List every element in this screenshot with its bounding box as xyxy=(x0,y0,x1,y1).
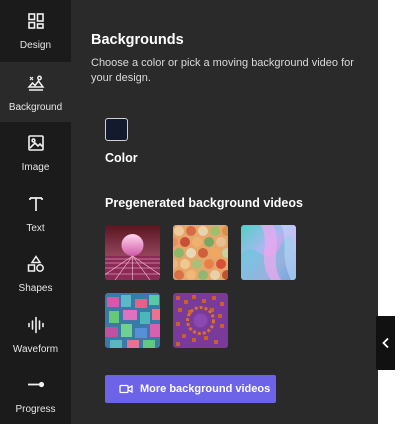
video-thumbnail-geometric-tiles[interactable] xyxy=(173,225,228,280)
color-swatch[interactable] xyxy=(105,118,128,141)
panel-title: Backgrounds xyxy=(91,32,184,48)
video-thumbnail-pixel-waves[interactable] xyxy=(173,293,228,348)
sidebar-item-background[interactable]: Background xyxy=(0,62,71,122)
sidebar-item-label: Background xyxy=(8,102,63,113)
waveform-icon xyxy=(27,316,44,334)
sidebar-item-progress[interactable]: Progress xyxy=(0,364,71,424)
sidebar-item-label: Waveform xyxy=(12,344,59,355)
sidebar-item-label: Shapes xyxy=(18,283,53,294)
sidebar-item-waveform[interactable]: Waveform xyxy=(0,304,71,364)
video-thumbnail-blocks[interactable] xyxy=(105,293,160,348)
shapes-icon xyxy=(27,255,44,272)
backgrounds-panel: Backgrounds Choose a color or pick a mov… xyxy=(71,0,378,424)
sidebar-item-label: Image xyxy=(21,162,50,173)
sidebar-item-shapes[interactable]: Shapes xyxy=(0,243,71,303)
color-label: Color xyxy=(105,151,138,165)
sidebar-item-label: Design xyxy=(19,40,52,51)
progress-icon xyxy=(27,381,44,388)
sidebar-item-design[interactable]: Design xyxy=(0,0,71,60)
more-videos-label: More background videos xyxy=(140,383,271,395)
more-background-videos-button[interactable]: More background videos xyxy=(105,375,276,403)
collapse-panel-button[interactable] xyxy=(376,316,395,370)
sidebar-item-text[interactable]: Text xyxy=(0,183,71,243)
videos-section-title: Pregenerated background videos xyxy=(105,196,303,210)
sidebar: Design Background Image Text Shapes Wave… xyxy=(0,0,71,424)
image-icon xyxy=(27,135,44,151)
panel-description: Choose a color or pick a moving backgrou… xyxy=(91,57,354,84)
background-icon xyxy=(26,75,44,91)
text-icon xyxy=(28,197,43,211)
video-camera-icon xyxy=(119,384,133,394)
sidebar-item-image[interactable]: Image xyxy=(0,122,71,182)
sidebar-item-label: Progress xyxy=(15,404,56,415)
chevron-left-icon xyxy=(381,337,389,349)
grid-icon xyxy=(27,13,44,29)
video-thumbnail-retro-sun[interactable] xyxy=(105,225,160,280)
video-thumbnail-holographic[interactable] xyxy=(241,225,296,280)
sidebar-item-label: Text xyxy=(26,223,45,234)
